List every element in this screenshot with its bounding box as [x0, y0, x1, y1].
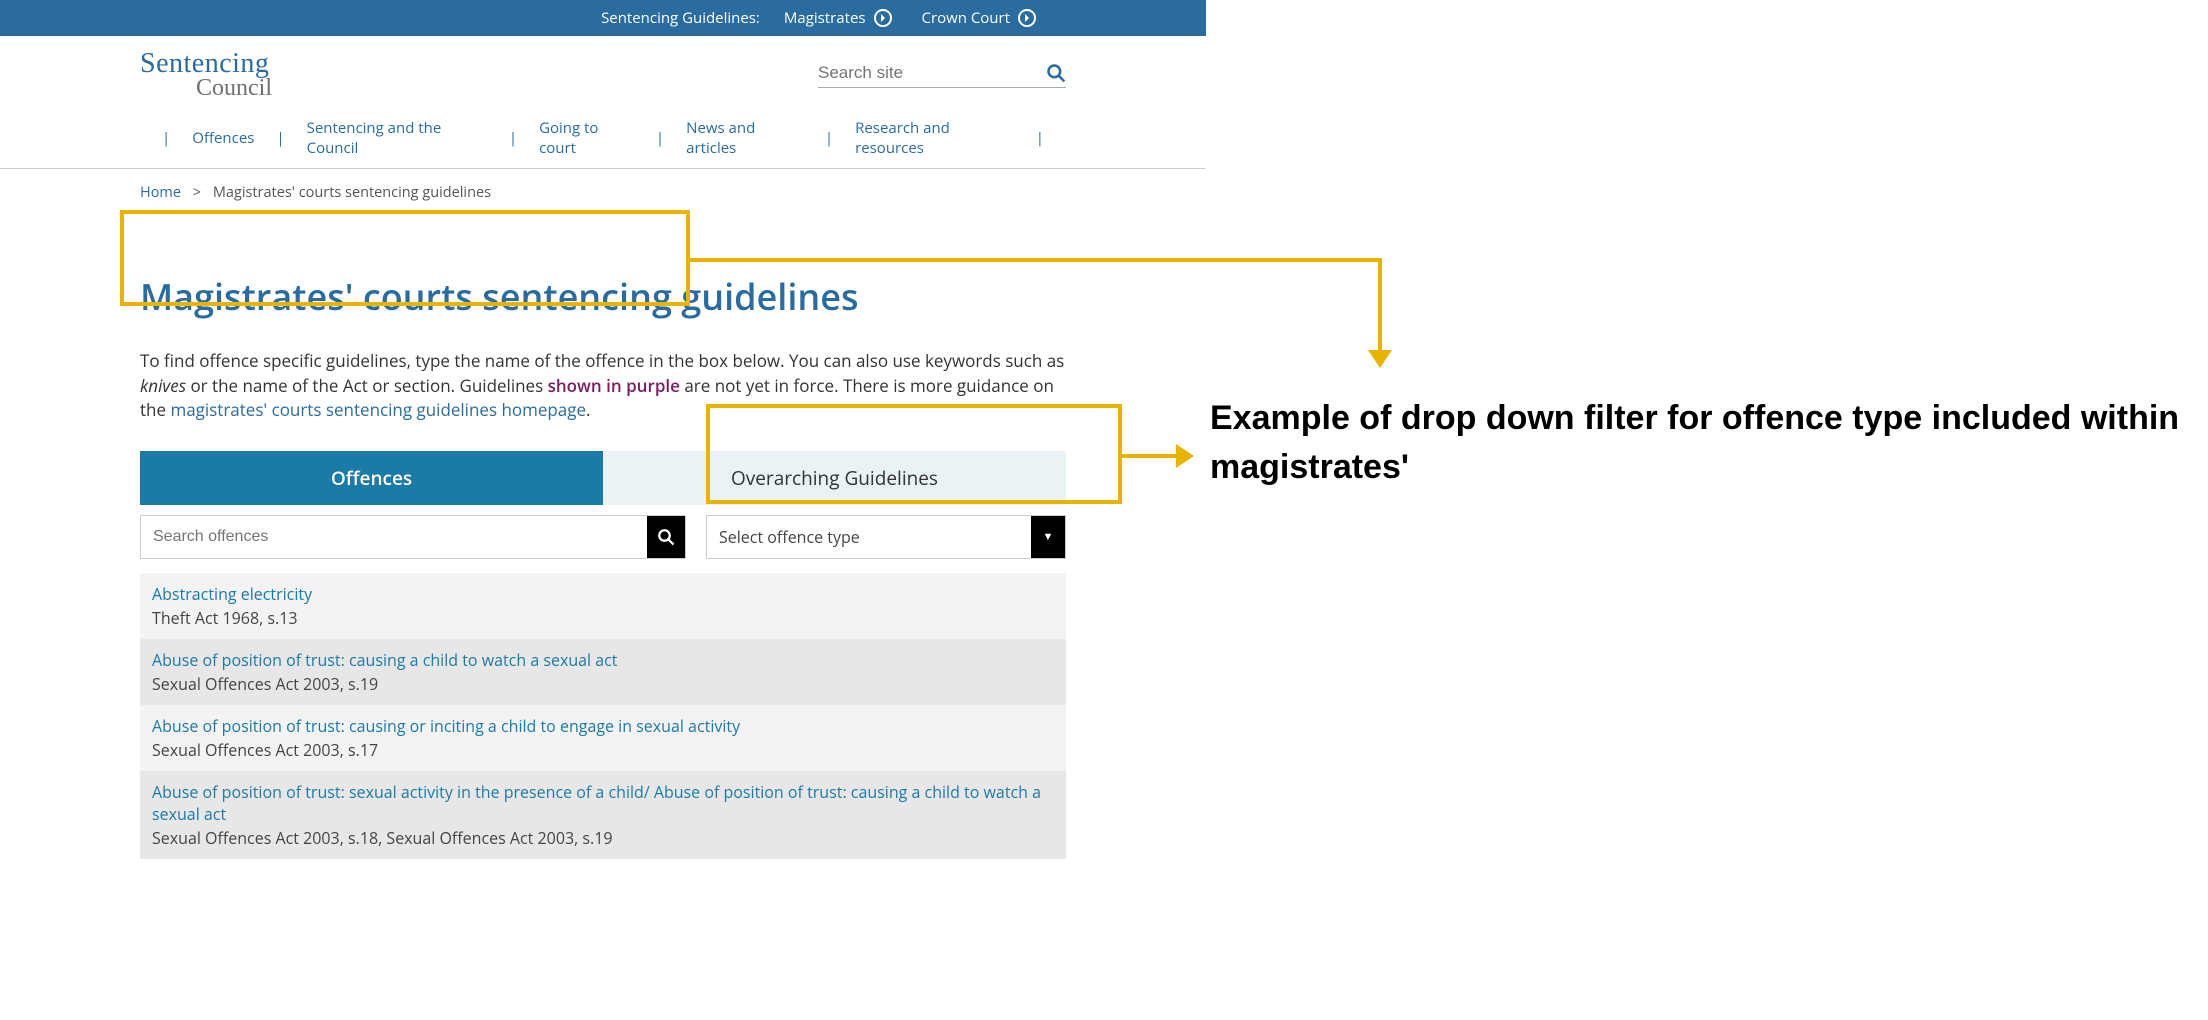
site-search-input[interactable] — [818, 63, 1046, 83]
tab-offences[interactable]: Offences — [140, 451, 603, 505]
intro-link-homepage[interactable]: magistrates' courts sentencing guideline… — [170, 398, 586, 421]
intro-text: To find offence specific guidelines, typ… — [140, 349, 1064, 372]
nav-research[interactable]: Research and resources — [855, 118, 1014, 158]
site-header: Sentencing Council — [0, 36, 1206, 110]
result-subtitle: Sexual Offences Act 2003, s.18, Sexual O… — [152, 827, 1054, 849]
breadcrumb-separator: > — [193, 183, 201, 202]
result-subtitle: Theft Act 1968, s.13 — [152, 607, 1054, 629]
intro-paragraph: To find offence specific guidelines, typ… — [140, 349, 1066, 423]
main-content: Magistrates' courts sentencing guideline… — [0, 272, 1206, 889]
result-link[interactable]: Abuse of position of trust: causing a ch… — [152, 649, 618, 671]
caret-down-icon: ▼ — [1043, 529, 1054, 544]
annotation-connector — [690, 258, 1382, 262]
offence-type-select-label: Select offence type — [707, 516, 1031, 558]
annotation-side-note: Example of drop down filter for offence … — [1206, 394, 2208, 493]
arrow-down-icon — [1368, 350, 1392, 368]
tabs: Offences Overarching Guidelines — [140, 451, 1066, 505]
list-item: Abstracting electricity Theft Act 1968, … — [140, 573, 1066, 639]
topbar-label: Sentencing Guidelines: — [601, 8, 760, 28]
nav-news[interactable]: News and articles — [686, 118, 803, 158]
nav-separator: | — [1036, 128, 1044, 148]
nav-sentencing-council[interactable]: Sentencing and the Council — [307, 118, 487, 158]
topbar-link-label: Magistrates — [784, 8, 866, 28]
topbar-link-crown-court[interactable]: Crown Court — [922, 8, 1036, 28]
site-logo[interactable]: Sentencing Council — [140, 50, 272, 100]
logo-line2: Council — [196, 76, 272, 100]
list-item: Abuse of position of trust: causing a ch… — [140, 639, 1066, 705]
results-list: Abstracting electricity Theft Act 1968, … — [140, 573, 1066, 859]
search-icon[interactable] — [1046, 63, 1066, 83]
list-item: Abuse of position of trust: sexual activ… — [140, 771, 1066, 859]
intro-italic: knives — [140, 374, 186, 397]
annotation-connector — [1122, 454, 1178, 458]
nav-separator: | — [162, 128, 170, 148]
nav-going-to-court[interactable]: Going to court — [539, 118, 634, 158]
tab-overarching[interactable]: Overarching Guidelines — [603, 451, 1066, 505]
intro-purple: shown in purple — [548, 374, 680, 397]
nav-separator: | — [825, 128, 833, 148]
result-link[interactable]: Abstracting electricity — [152, 583, 312, 605]
search-icon — [657, 528, 675, 546]
nav-offences[interactable]: Offences — [192, 128, 254, 148]
offence-search-button[interactable] — [647, 516, 685, 558]
result-link[interactable]: Abuse of position of trust: sexual activ… — [152, 781, 1041, 825]
nav-separator: | — [509, 128, 517, 148]
offence-search-input[interactable] — [141, 516, 647, 558]
chevron-right-circle-icon — [1018, 9, 1036, 27]
nav-separator: | — [276, 128, 284, 148]
intro-text: . — [586, 398, 590, 421]
breadcrumb-home[interactable]: Home — [140, 183, 181, 202]
chevron-right-circle-icon — [874, 9, 892, 27]
topbar-link-magistrates[interactable]: Magistrates — [784, 8, 892, 28]
offence-search — [140, 515, 686, 559]
logo-line1: Sentencing — [140, 50, 272, 78]
nav-separator: | — [656, 128, 664, 148]
filter-row: Select offence type ▼ — [140, 515, 1066, 559]
result-subtitle: Sexual Offences Act 2003, s.19 — [152, 673, 1054, 695]
offence-type-select[interactable]: Select offence type ▼ — [706, 515, 1066, 559]
list-item: Abuse of position of trust: causing or i… — [140, 705, 1066, 771]
topbar-link-label: Crown Court — [922, 8, 1010, 28]
site-search[interactable] — [818, 63, 1066, 88]
breadcrumb-current: Magistrates' courts sentencing guideline… — [213, 183, 491, 202]
result-subtitle: Sexual Offences Act 2003, s.17 — [152, 739, 1054, 761]
arrow-right-icon — [1176, 444, 1194, 468]
page-title: Magistrates' courts sentencing guideline… — [140, 272, 1066, 321]
primary-nav: | Offences | Sentencing and the Council … — [0, 110, 1206, 169]
result-link[interactable]: Abuse of position of trust: causing or i… — [152, 715, 740, 737]
annotation-connector — [1378, 258, 1382, 354]
breadcrumb: Home > Magistrates' courts sentencing gu… — [0, 169, 1206, 202]
intro-text: or the name of the Act or section. Guide… — [186, 374, 548, 397]
top-utility-bar: Sentencing Guidelines: Magistrates Crown… — [0, 0, 1206, 36]
offence-type-select-toggle[interactable]: ▼ — [1031, 516, 1065, 558]
